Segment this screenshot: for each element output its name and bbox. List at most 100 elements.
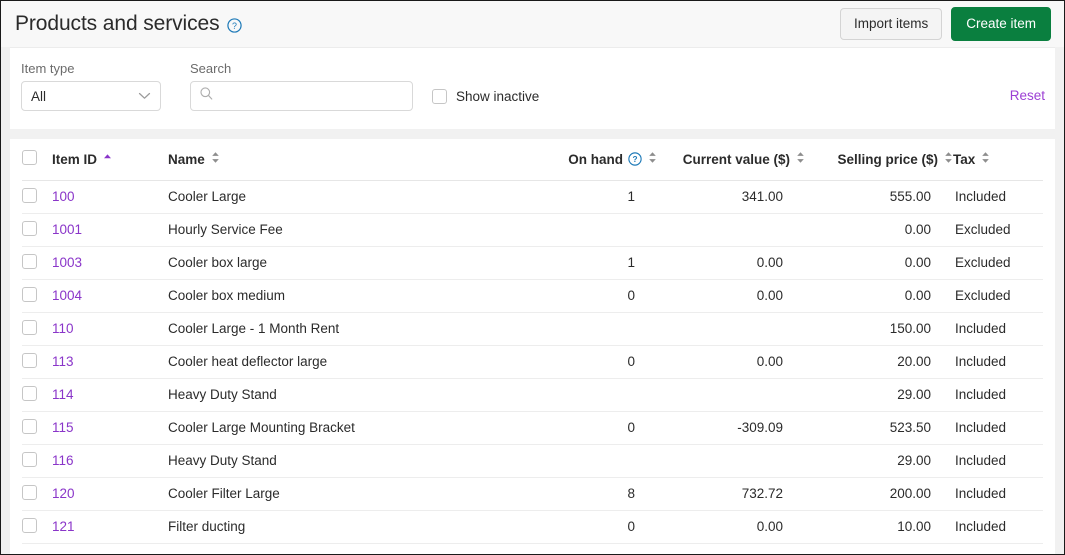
table-row[interactable]: 113 Cooler heat deflector large 0 0.00 20.00… (22, 345, 1043, 379)
column-label-current-value: Current value ($) (682, 151, 790, 167)
item-id-link[interactable]: 113 (52, 354, 74, 369)
item-id-link[interactable]: 110 (52, 321, 74, 336)
page-title: Products and services (15, 12, 220, 35)
cell-tax: Excluded (953, 246, 1043, 280)
item-id-link[interactable]: 116 (52, 453, 74, 468)
row-select-cell[interactable] (22, 411, 52, 445)
column-header-current-value[interactable]: Current value ($) (657, 139, 805, 181)
item-id-link[interactable]: 1003 (52, 255, 82, 270)
sort-toggle-icon (211, 151, 220, 167)
search-label: Search (190, 61, 232, 76)
item-id-link[interactable]: 1004 (52, 288, 82, 303)
table-row[interactable]: 110 Cooler Large - 1 Month Rent 150.00 Incl… (22, 312, 1043, 346)
cell-on-hand: 0 (535, 411, 657, 445)
cell-selling-price: 20.00 (805, 345, 953, 379)
cell-tax: Included (953, 180, 1043, 214)
table-row[interactable]: 121 Filter ducting 0 0.00 10.00 Included (22, 510, 1043, 544)
cell-selling-price: 0.00 (805, 213, 953, 247)
column-label-selling-price: Selling price ($) (837, 151, 938, 167)
row-checkbox[interactable] (22, 418, 37, 434)
help-circle-icon[interactable]: ? (226, 17, 242, 33)
row-select-cell[interactable] (22, 477, 52, 511)
item-id-link[interactable]: 1001 (52, 222, 82, 237)
row-select-cell[interactable] (22, 213, 52, 247)
item-id-link[interactable]: 114 (52, 387, 74, 402)
row-select-cell[interactable] (22, 180, 52, 214)
row-select-cell[interactable] (22, 378, 52, 412)
cell-on-hand: 0 (535, 510, 657, 544)
cell-name: Cooler Filter Large (168, 477, 535, 511)
cell-current-value: 0.00 (657, 510, 805, 544)
row-checkbox[interactable] (22, 517, 37, 533)
cell-current-value: 732.72 (657, 477, 805, 511)
row-select-cell[interactable] (22, 444, 52, 478)
select-all-header[interactable] (22, 139, 52, 181)
table-row[interactable]: 1003 Cooler box large 1 0.00 0.00 Excluded (22, 246, 1043, 280)
item-type-select[interactable]: All (21, 81, 161, 111)
table-row[interactable]: 100 Cooler Large 1 341.00 555.00 Included (22, 180, 1043, 214)
row-checkbox[interactable] (22, 352, 37, 368)
row-select-cell[interactable] (22, 279, 52, 313)
show-inactive-checkbox[interactable]: Show inactive (432, 89, 539, 104)
reset-link[interactable]: Reset (1010, 88, 1045, 103)
chevron-down-icon (138, 87, 151, 105)
row-checkbox[interactable] (22, 451, 37, 467)
item-id-link[interactable]: 115 (52, 420, 74, 435)
cell-current-value: 341.00 (657, 180, 805, 214)
column-header-name[interactable]: Name (168, 139, 535, 181)
item-name: Heavy Duty Stand (168, 453, 277, 468)
create-item-button[interactable]: Create item (951, 7, 1051, 41)
row-checkbox[interactable] (22, 187, 37, 203)
search-box[interactable] (190, 81, 413, 111)
row-checkbox[interactable] (22, 319, 37, 335)
item-id-link[interactable]: 121 (52, 519, 75, 534)
cell-name: Hourly Service Fee (168, 213, 535, 247)
cell-tax: Included (953, 444, 1043, 478)
row-select-cell[interactable] (22, 345, 52, 379)
select-all-checkbox[interactable] (22, 150, 37, 166)
table-row[interactable]: 1001 Hourly Service Fee 0.00 Excluded (22, 213, 1043, 247)
row-checkbox[interactable] (22, 220, 37, 236)
row-checkbox[interactable] (22, 286, 37, 302)
cell-on-hand (535, 444, 657, 478)
table-row[interactable]: 116 Heavy Duty Stand 29.00 Included (22, 444, 1043, 478)
cell-on-hand: 1 (535, 246, 657, 280)
cell-current-value (657, 312, 805, 346)
cell-item-id: 1003 (52, 246, 168, 280)
cell-item-id: 113 (52, 345, 168, 379)
row-select-cell[interactable] (22, 246, 52, 280)
cell-current-value: 0.00 (657, 246, 805, 280)
cell-tax: Included (953, 345, 1043, 379)
cell-name: Cooler Large Mounting Bracket (168, 411, 535, 445)
cell-tax: Included (953, 312, 1043, 346)
row-checkbox[interactable] (22, 484, 37, 500)
column-header-selling-price[interactable]: Selling price ($) (805, 139, 953, 181)
row-select-cell[interactable] (22, 312, 52, 346)
cell-item-id: 114 (52, 378, 168, 412)
table-row[interactable]: 114 Heavy Duty Stand 29.00 Included (22, 378, 1043, 412)
cell-name: Cooler Large - 1 Month Rent (168, 312, 535, 346)
row-checkbox[interactable] (22, 253, 37, 269)
on-hand-help-circle-icon[interactable]: ? (628, 152, 642, 166)
table-row[interactable]: 120 Cooler Filter Large 8 732.72 200.00 Inclu… (22, 477, 1043, 511)
cell-tax: Included (953, 378, 1043, 412)
item-id-link[interactable]: 100 (52, 189, 75, 204)
search-input[interactable] (220, 88, 404, 104)
row-select-cell[interactable] (22, 510, 52, 544)
cell-item-id: 115 (52, 411, 168, 445)
item-id-link[interactable]: 120 (52, 486, 75, 501)
sort-toggle-icon (981, 151, 990, 167)
cell-selling-price: 0.00 (805, 279, 953, 313)
column-label-on-hand: On hand (568, 151, 623, 167)
row-checkbox[interactable] (22, 385, 37, 401)
cell-on-hand: 0 (535, 279, 657, 313)
table-row[interactable]: 1004 Cooler box medium 0 0.00 0.00 Excluded (22, 279, 1043, 313)
cell-tax: Excluded (953, 279, 1043, 313)
import-items-button[interactable]: Import items (839, 8, 943, 40)
column-header-tax[interactable]: Tax (953, 139, 1043, 181)
cell-item-id: 116 (52, 444, 168, 478)
column-header-on-hand[interactable]: On hand ? (535, 139, 657, 181)
show-inactive-box[interactable] (432, 89, 447, 104)
column-header-item-id[interactable]: Item ID (52, 139, 168, 181)
table-row[interactable]: 115 Cooler Large Mounting Bracket 0 -309.09… (22, 411, 1043, 445)
